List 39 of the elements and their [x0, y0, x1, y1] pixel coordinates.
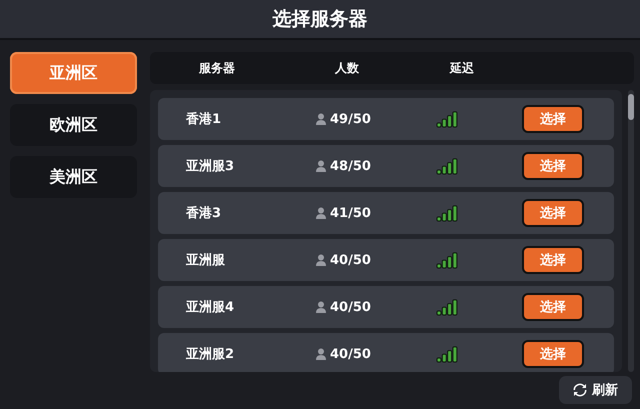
column-header: 人数 [334, 60, 360, 76]
window-title: 选择服务器 [272, 7, 368, 32]
signal-icon [436, 298, 458, 316]
server-name: 亚洲服3 [186, 158, 236, 175]
server-row[interactable]: 亚洲服2 40/50 选择 [158, 333, 614, 372]
player-count: 48/50 [330, 158, 371, 174]
person-icon [316, 160, 326, 172]
server-name: 亚洲服2 [186, 346, 236, 363]
person-icon [316, 301, 326, 313]
server-row[interactable]: 香港3 41/50 选择 [158, 192, 614, 234]
player-count: 41/50 [330, 206, 371, 220]
person-icon [316, 207, 326, 219]
server-name: 香港1 [186, 111, 222, 128]
signal-icon [436, 346, 458, 362]
person-icon [316, 113, 326, 125]
player-count: 40/50 [330, 252, 371, 268]
player-count: 40/50 [330, 346, 371, 362]
player-count: 49/50 [330, 112, 371, 126]
server-name: 亚洲服4 [186, 299, 236, 316]
person-icon [316, 254, 326, 266]
player-count: 40/50 [330, 300, 371, 314]
refresh-button[interactable]: 刷新 [559, 376, 632, 404]
scrollbar[interactable] [628, 90, 634, 372]
server-row[interactable]: 亚洲服3 48/50 选择 [158, 145, 614, 187]
server-row[interactable]: 香港1 49/50 选择 [158, 98, 614, 140]
refresh-icon [573, 383, 587, 397]
server-name: 香港3 [186, 205, 222, 222]
region-tab[interactable]: 美洲区 [10, 156, 137, 198]
server-row[interactable]: 亚洲服4 40/50 选择 [158, 286, 614, 328]
person-icon [316, 348, 326, 360]
server-name: 亚洲服 [186, 252, 226, 269]
signal-icon [436, 110, 458, 128]
region-tab[interactable]: 欧洲区 [10, 104, 137, 146]
signal-icon [436, 204, 458, 222]
signal-icon [436, 252, 458, 268]
signal-icon [436, 158, 458, 174]
column-header: 服务器 [198, 60, 236, 76]
column-header: 延迟 [448, 60, 475, 76]
server-row[interactable]: 亚洲服 40/50 选择 [158, 239, 614, 281]
